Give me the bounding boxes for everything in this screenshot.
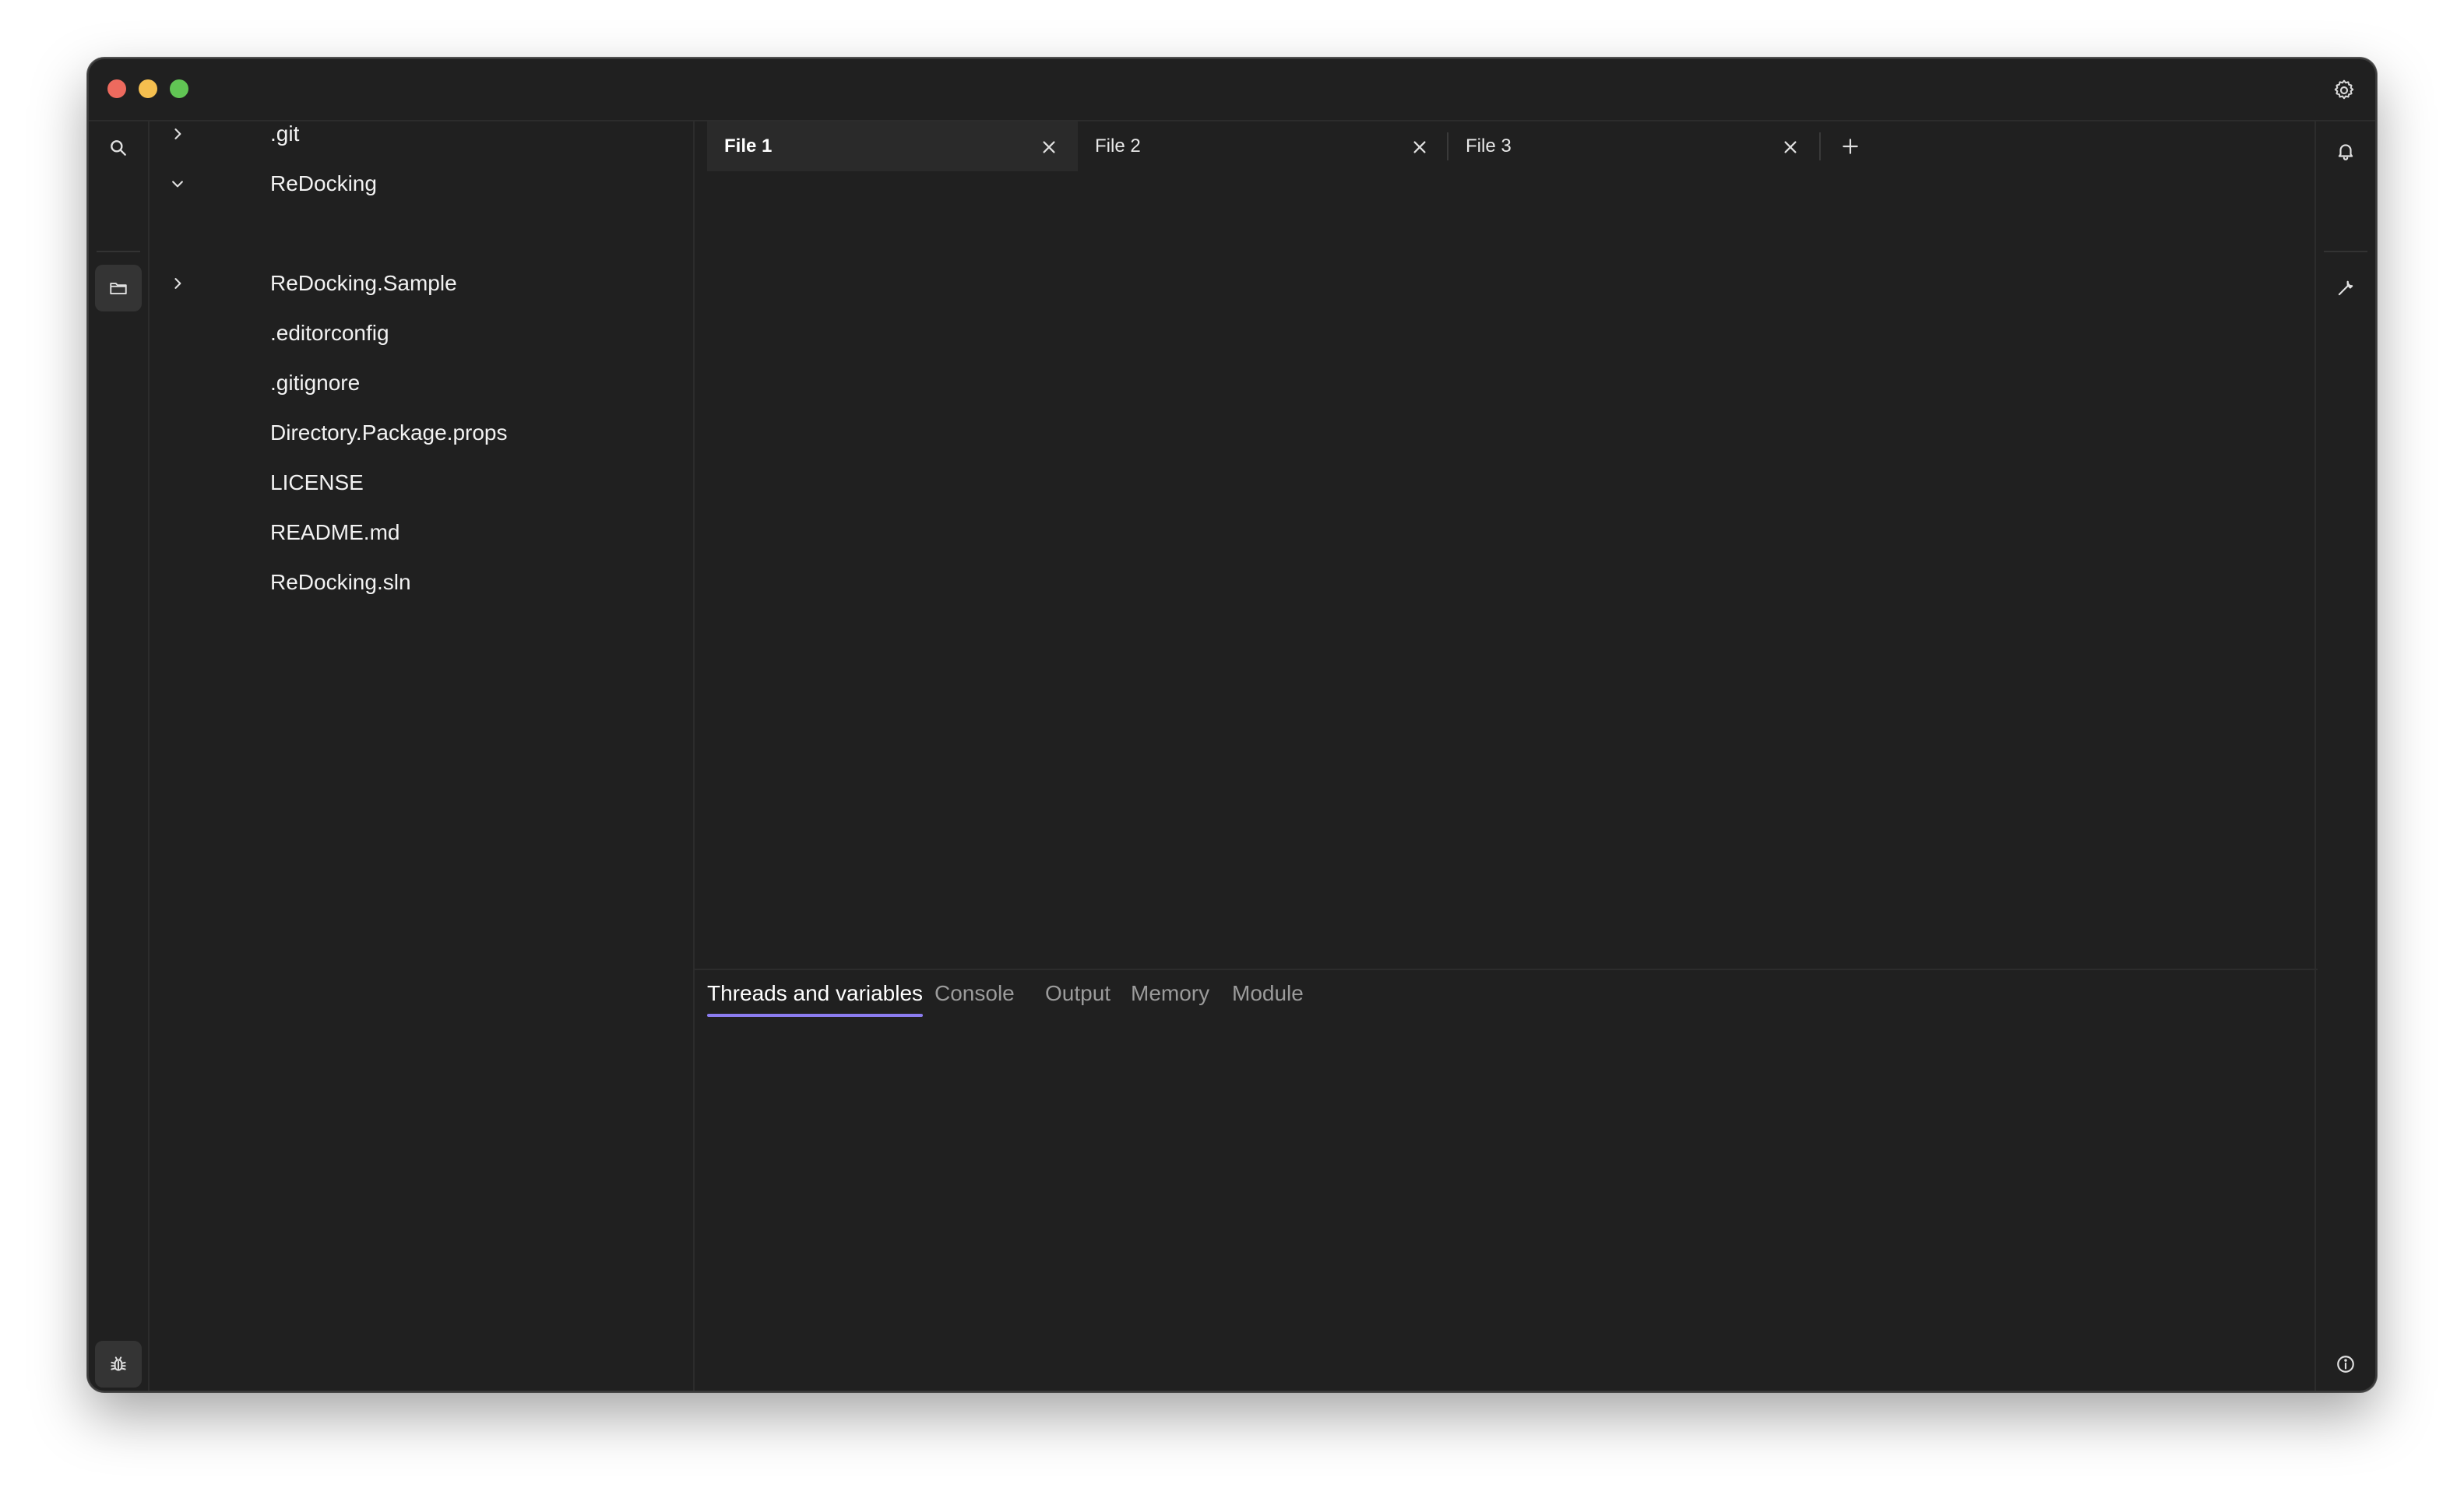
window-close-button[interactable] xyxy=(107,79,126,98)
window-minimize-button[interactable] xyxy=(139,79,157,98)
activity-separator xyxy=(2324,251,2367,252)
tree-item-label: README.md xyxy=(270,520,400,544)
tree-item-gitignore[interactable]: .gitignore xyxy=(150,358,693,408)
activity-bar-right xyxy=(2314,121,2375,1391)
close-icon[interactable] xyxy=(1782,139,1799,156)
tab-label: File 1 xyxy=(724,135,773,157)
search-icon xyxy=(108,138,128,158)
close-icon[interactable] xyxy=(1040,139,1058,156)
editor-tab-bar: File 1 File 2 File 3 xyxy=(695,121,2318,171)
tab-output[interactable]: Output xyxy=(1045,981,1111,1017)
bug-icon xyxy=(108,1354,128,1374)
tab-file-2[interactable]: File 2 xyxy=(1078,121,1448,171)
tree-item-git[interactable]: .git xyxy=(150,109,693,159)
bell-icon xyxy=(2336,141,2356,161)
tab-file-3[interactable]: File 3 xyxy=(1448,121,1819,171)
panel-tab-label: Memory xyxy=(1131,981,1210,1005)
tree-item-directory-package-props[interactable]: Directory.Package.props xyxy=(150,408,693,458)
tree-item-label: .gitignore xyxy=(270,371,361,395)
tree-item-label: ReDocking xyxy=(270,171,377,195)
app-window: .git ReDocking ReDocking.Sample .editorc… xyxy=(87,58,2377,1392)
tree-item-redocking[interactable]: ReDocking xyxy=(150,159,693,209)
wrench-icon xyxy=(2336,278,2356,298)
info-button[interactable] xyxy=(2322,1341,2369,1388)
explorer-button[interactable] xyxy=(95,265,142,311)
panel-tab-label: Output xyxy=(1045,981,1111,1005)
bottom-panel: Threads and variables Console Output Mem… xyxy=(695,969,2318,1391)
activity-separator xyxy=(97,251,140,252)
activity-bar-left xyxy=(89,121,150,1391)
debug-button[interactable] xyxy=(95,1341,142,1388)
close-icon[interactable] xyxy=(1411,139,1428,156)
tree-item-label: .editorconfig xyxy=(270,321,389,345)
chevron-down-icon[interactable] xyxy=(167,173,188,195)
tree-item-label: Directory.Package.props xyxy=(270,420,508,445)
window-maximize-button[interactable] xyxy=(170,79,188,98)
add-tab-button[interactable] xyxy=(1838,134,1863,159)
tab-module[interactable]: Module xyxy=(1232,981,1304,1017)
tree-item-redocking-sample[interactable]: ReDocking.Sample xyxy=(150,259,693,308)
tree-item-readme[interactable]: README.md xyxy=(150,508,693,558)
chevron-right-icon[interactable] xyxy=(167,123,188,145)
tab-label: File 3 xyxy=(1466,135,1512,157)
panel-tab-label: Threads and variables xyxy=(707,981,924,1005)
active-tab-indicator xyxy=(707,1014,924,1017)
tab-label: File 2 xyxy=(1095,135,1141,157)
tree-item-solution[interactable]: ReDocking.sln xyxy=(150,558,693,607)
search-button[interactable] xyxy=(95,125,142,171)
panel-tab-label: Module xyxy=(1232,981,1304,1005)
notifications-button[interactable] xyxy=(2322,128,2369,174)
tree-item-label: ReDocking.Sample xyxy=(270,271,457,295)
tab-memory[interactable]: Memory xyxy=(1131,981,1209,1017)
tree-item-label: LICENSE xyxy=(270,470,364,494)
tree-item-editorconfig[interactable]: .editorconfig xyxy=(150,308,693,358)
editor-area: File 1 File 2 File 3 xyxy=(695,121,2318,969)
tree-item-license[interactable]: LICENSE xyxy=(150,458,693,508)
tree-item-label: ReDocking.sln xyxy=(270,570,411,594)
tab-separator xyxy=(1819,132,1821,160)
folder-icon xyxy=(108,278,128,298)
panel-tab-label: Console xyxy=(935,981,1015,1005)
tools-button[interactable] xyxy=(2322,265,2369,311)
tree-item-label: .git xyxy=(270,121,300,146)
tab-threads-and-variables[interactable]: Threads and variables xyxy=(707,981,924,1017)
tab-console[interactable]: Console xyxy=(935,981,1015,1017)
chevron-right-icon[interactable] xyxy=(167,273,188,294)
tab-file-1[interactable]: File 1 xyxy=(707,121,1078,171)
gear-icon[interactable] xyxy=(2332,78,2357,103)
file-explorer: .git ReDocking ReDocking.Sample .editorc… xyxy=(150,121,695,1391)
info-icon xyxy=(2336,1354,2356,1374)
plus-icon xyxy=(1840,136,1860,157)
